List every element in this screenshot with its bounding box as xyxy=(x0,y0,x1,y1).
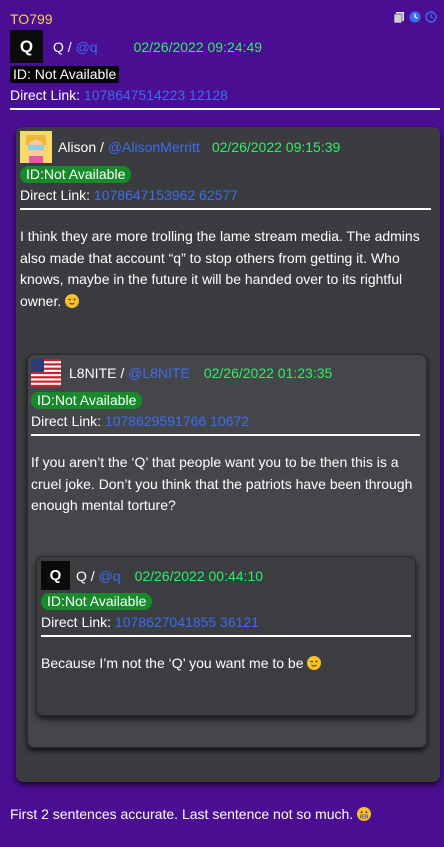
alison-author: Alison / @AlisonMerritt xyxy=(58,139,200,155)
alison-direct-link-value[interactable]: 1078647153962 62577 xyxy=(94,187,238,203)
q-inner-avatar: Q xyxy=(41,561,70,590)
clock-icon[interactable] xyxy=(409,11,421,23)
q-inner-id-row: ID:Not Available xyxy=(41,593,153,610)
main-author-name: Q xyxy=(53,38,64,55)
alison-divider xyxy=(20,208,431,210)
q-inner-direct-link-label: Direct Link: xyxy=(41,614,112,630)
post-id-code: TO799 xyxy=(10,11,53,27)
alison-author-handle[interactable]: @AlisonMerritt xyxy=(108,139,200,155)
q-inner-header: Q Q / @q 02/26/2022 00:44:10 xyxy=(41,561,263,590)
alison-author-name: Alison xyxy=(58,139,97,155)
reply-text-content: First 2 sentences accurate. Last sentenc… xyxy=(10,806,354,822)
wink-emoji xyxy=(65,293,80,308)
history-icon[interactable] xyxy=(425,11,437,23)
copy-icon[interactable] xyxy=(393,11,405,23)
alison-direct-link-label: Direct Link: xyxy=(20,187,91,203)
quoted-post-q: Q Q / @q 02/26/2022 00:44:10 ID:Not Avai… xyxy=(36,556,416,716)
main-direct-link-label: Direct Link: xyxy=(10,87,81,103)
alison-id-badge: ID:Not Available xyxy=(20,166,132,183)
l8nite-body: If you aren’t the ‘Q’ that people want y… xyxy=(31,454,413,513)
alison-avatar xyxy=(20,131,52,163)
alison-direct-link-row: Direct Link: 1078647153962 62577 xyxy=(20,187,238,203)
main-author-handle[interactable]: @q xyxy=(76,39,98,55)
l8nite-direct-link-label: Direct Link: xyxy=(31,413,102,429)
l8nite-id-badge: ID:Not Available xyxy=(31,392,143,409)
main-divider xyxy=(10,108,440,110)
alison-date: 02/26/2022 09:15:39 xyxy=(211,139,341,155)
l8nite-author: L8NITE / @L8NITE xyxy=(69,365,190,381)
top-icon-bar xyxy=(393,11,437,23)
q-inner-body: Because I’m not the ‘Q’ you want me to b… xyxy=(41,653,401,675)
grimace-emoji xyxy=(357,807,372,821)
l8nite-direct-link-value[interactable]: 1078629591766 10672 xyxy=(105,413,249,429)
l8nite-divider xyxy=(31,434,420,436)
main-direct-link-row: Direct Link: 1078647514223 12128 xyxy=(10,87,228,103)
main-id-badge: ID: Not Available xyxy=(10,66,120,83)
main-id-row: ID: Not Available xyxy=(10,66,120,83)
l8nite-author-name: L8NITE xyxy=(69,365,117,381)
main-date: 02/26/2022 09:24:49 xyxy=(133,38,263,55)
q-inner-author-handle[interactable]: @q xyxy=(99,568,121,584)
q-inner-direct-link-value[interactable]: 1078627041855 36121 xyxy=(115,614,259,630)
l8nite-header: L8NITE / @L8NITE 02/26/2022 01:23:35 xyxy=(31,359,332,387)
us-flag-avatar xyxy=(31,359,61,387)
l8nite-id-row: ID:Not Available xyxy=(31,392,143,409)
l8nite-author-handle[interactable]: @L8NITE xyxy=(128,365,190,381)
q-inner-body-text: Because I’m not the ‘Q’ you want me to b… xyxy=(41,655,304,671)
main-post-header: Q Q / @q 02/26/2022 09:24:49 xyxy=(10,30,262,63)
q-inner-author-name: Q xyxy=(76,567,87,584)
main-direct-link-value[interactable]: 1078647514223 12128 xyxy=(84,87,228,103)
alison-body: I think they are more trolling the lame … xyxy=(20,226,430,312)
q-inner-author: Q / @q xyxy=(76,567,121,584)
q-avatar: Q xyxy=(10,30,43,63)
alison-id-row: ID:Not Available xyxy=(20,166,132,183)
alison-body-text: I think they are more trolling the lame … xyxy=(20,228,420,309)
wink-emoji xyxy=(307,656,322,670)
main-author: Q / @q xyxy=(53,38,98,55)
l8nite-date: 02/26/2022 01:23:35 xyxy=(203,365,333,381)
alison-header: Alison / @AlisonMerritt 02/26/2022 09:15… xyxy=(20,131,340,163)
q-inner-date: 02/26/2022 00:44:10 xyxy=(134,567,264,584)
reply-text: First 2 sentences accurate. Last sentenc… xyxy=(10,806,372,822)
l8nite-direct-link-row: Direct Link: 1078629591766 10672 xyxy=(31,413,249,429)
q-inner-id-badge: ID:Not Available xyxy=(41,593,153,610)
q-inner-direct-link-row: Direct Link: 1078627041855 36121 xyxy=(41,614,259,630)
q-inner-divider xyxy=(41,635,411,637)
